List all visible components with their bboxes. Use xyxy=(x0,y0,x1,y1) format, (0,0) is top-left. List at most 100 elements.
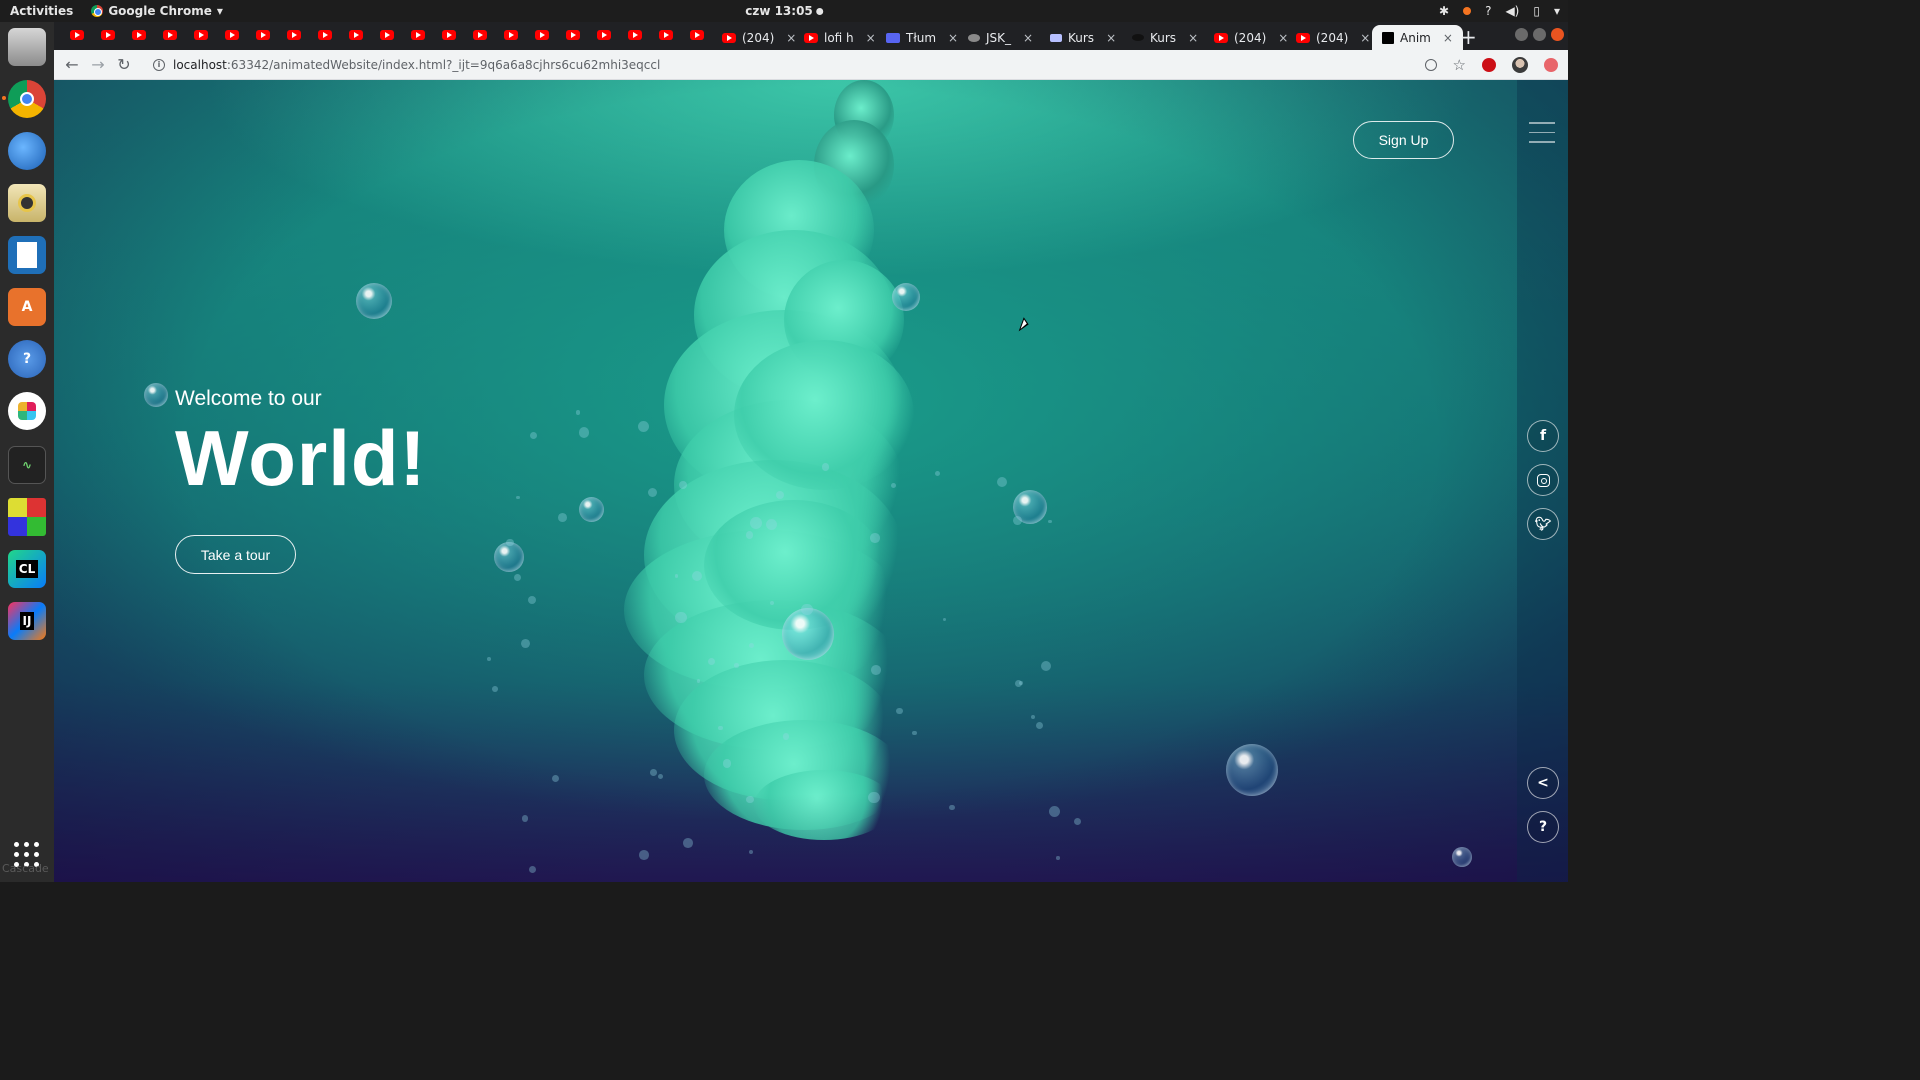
slack-icon[interactable] xyxy=(8,392,46,430)
color-app-icon[interactable] xyxy=(8,498,46,536)
bluetooth-icon[interactable]: ✱ xyxy=(1439,4,1449,18)
browser-tab[interactable]: lofi h × xyxy=(804,25,876,50)
browser-tab[interactable]: Anim × xyxy=(1372,25,1463,50)
translate-icon xyxy=(886,32,900,43)
battery-icon[interactable]: ▯ xyxy=(1533,4,1540,18)
clion-icon[interactable]: CL xyxy=(8,550,46,588)
minimize-button[interactable] xyxy=(1515,28,1528,41)
address-bar[interactable]: localhost:63342/animatedWebsite/index.ht… xyxy=(173,58,660,72)
youtube-tab-icon[interactable] xyxy=(318,30,332,40)
youtube-tab-icon[interactable] xyxy=(566,30,580,40)
url-path: :63342/animatedWebsite/index.html?_ijt=9… xyxy=(226,57,661,72)
youtube-tab-icon[interactable] xyxy=(473,30,487,40)
youtube-tab-icon[interactable] xyxy=(163,30,177,40)
help-indicator-icon[interactable]: ? xyxy=(1485,4,1491,18)
browser-tab[interactable]: Kurs × xyxy=(1132,25,1198,50)
thunderbird-icon[interactable] xyxy=(8,132,46,170)
small-bubble xyxy=(912,730,917,736)
close-tab-icon[interactable]: × xyxy=(1188,31,1198,45)
maximize-button[interactable] xyxy=(1533,28,1546,41)
youtube-tab-icon[interactable] xyxy=(256,30,270,40)
youtube-tab-icon[interactable] xyxy=(194,30,208,40)
browser-tab[interactable]: Tłum × xyxy=(886,25,958,50)
instagram-icon[interactable] xyxy=(1527,464,1559,496)
reload-button[interactable]: ↻ xyxy=(111,55,137,74)
small-bubble xyxy=(1056,856,1060,860)
bubble xyxy=(144,383,168,407)
share-icon[interactable]: < xyxy=(1527,767,1559,799)
bubble xyxy=(356,283,392,319)
files-icon[interactable] xyxy=(8,28,46,66)
activities-button[interactable]: Activities xyxy=(10,4,73,18)
small-bubble xyxy=(723,759,732,768)
update-indicator-icon[interactable] xyxy=(1463,7,1472,15)
profile-avatar[interactable] xyxy=(1512,57,1528,73)
youtube-tab-icon[interactable] xyxy=(225,30,239,40)
close-tab-icon[interactable]: × xyxy=(1278,31,1288,45)
help-glyph: ? xyxy=(1538,819,1548,835)
take-a-tour-button[interactable]: Take a tour xyxy=(175,535,296,574)
tab-label: Kurs xyxy=(1150,30,1177,45)
close-tab-icon[interactable]: × xyxy=(866,31,876,45)
close-tab-icon[interactable]: × xyxy=(948,31,958,45)
opera-extension-icon[interactable] xyxy=(1482,58,1496,72)
small-bubble xyxy=(746,795,754,804)
youtube-tab-icon[interactable] xyxy=(70,30,84,40)
youtube-tab-icon[interactable] xyxy=(659,30,673,40)
bookmark-star-icon[interactable]: ☆ xyxy=(1453,56,1466,74)
facebook-icon[interactable]: f xyxy=(1527,420,1559,452)
welcome-text: Welcome to our xyxy=(175,387,322,410)
twitter-icon[interactable]: 🐦︎ xyxy=(1527,508,1559,540)
close-window-button[interactable] xyxy=(1551,28,1564,41)
close-tab-icon[interactable]: × xyxy=(1360,31,1370,45)
small-bubble xyxy=(746,531,754,539)
close-tab-icon[interactable]: × xyxy=(1443,31,1453,45)
browser-tab[interactable]: Kurs × xyxy=(1050,25,1116,50)
system-tray[interactable]: ✱ ? ◀) ▯ ▾ xyxy=(1439,4,1560,18)
youtube-tab-icon[interactable] xyxy=(535,30,549,40)
sign-up-button[interactable]: Sign Up xyxy=(1353,121,1454,159)
youtube-tab-icon[interactable] xyxy=(411,30,425,40)
small-bubble xyxy=(870,665,881,675)
browser-tab[interactable]: (204) × xyxy=(1296,25,1370,50)
site-info-icon[interactable]: i xyxy=(153,58,165,71)
close-tab-icon[interactable]: × xyxy=(1023,31,1033,45)
youtube-tab-icon[interactable] xyxy=(504,30,518,40)
close-tab-icon[interactable]: × xyxy=(1106,31,1116,45)
youtube-tab-icon[interactable] xyxy=(380,30,394,40)
browser-tab[interactable]: (204) × xyxy=(722,25,796,50)
youtube-tab-icon[interactable] xyxy=(101,30,115,40)
chrome-dock-icon[interactable] xyxy=(2,80,46,118)
small-bubble xyxy=(578,427,590,438)
app-menu[interactable]: Google Chrome ▾ xyxy=(91,4,223,18)
software-center-icon[interactable]: A xyxy=(8,288,46,326)
tray-menu-chevron-icon[interactable]: ▾ xyxy=(1554,4,1560,18)
back-button[interactable]: ← xyxy=(59,55,85,74)
intellij-icon[interactable]: IJ xyxy=(8,602,46,640)
forward-button[interactable]: → xyxy=(85,55,111,74)
youtube-tab-icon[interactable] xyxy=(442,30,456,40)
browser-tab[interactable]: JSK_ × xyxy=(968,25,1033,50)
browser-tab[interactable]: (204) × xyxy=(1214,25,1288,50)
hamburger-menu-icon[interactable] xyxy=(1529,122,1555,151)
extension-icon[interactable] xyxy=(1544,58,1558,72)
new-tab-button[interactable]: + xyxy=(1460,25,1477,49)
youtube-tab-icon[interactable] xyxy=(132,30,146,40)
zoom-icon[interactable] xyxy=(1424,59,1437,71)
close-tab-icon[interactable]: × xyxy=(786,31,796,45)
system-monitor-icon[interactable]: ∿ xyxy=(8,446,46,484)
rhythmbox-icon[interactable] xyxy=(8,184,46,222)
writer-icon[interactable] xyxy=(8,236,46,274)
small-bubble xyxy=(529,431,537,439)
volume-icon[interactable]: ◀) xyxy=(1505,4,1519,18)
help-circle-icon[interactable]: ? xyxy=(1527,811,1559,843)
youtube-tab-icon[interactable] xyxy=(597,30,611,40)
small-bubble xyxy=(949,804,955,811)
youtube-tab-icon[interactable] xyxy=(628,30,642,40)
clock[interactable]: czw 13:05 xyxy=(745,4,823,18)
tab-label: (204) xyxy=(742,30,775,45)
youtube-tab-icon[interactable] xyxy=(349,30,363,40)
youtube-tab-icon[interactable] xyxy=(690,30,704,40)
help-icon[interactable]: ? xyxy=(8,340,46,378)
youtube-tab-icon[interactable] xyxy=(287,30,301,40)
